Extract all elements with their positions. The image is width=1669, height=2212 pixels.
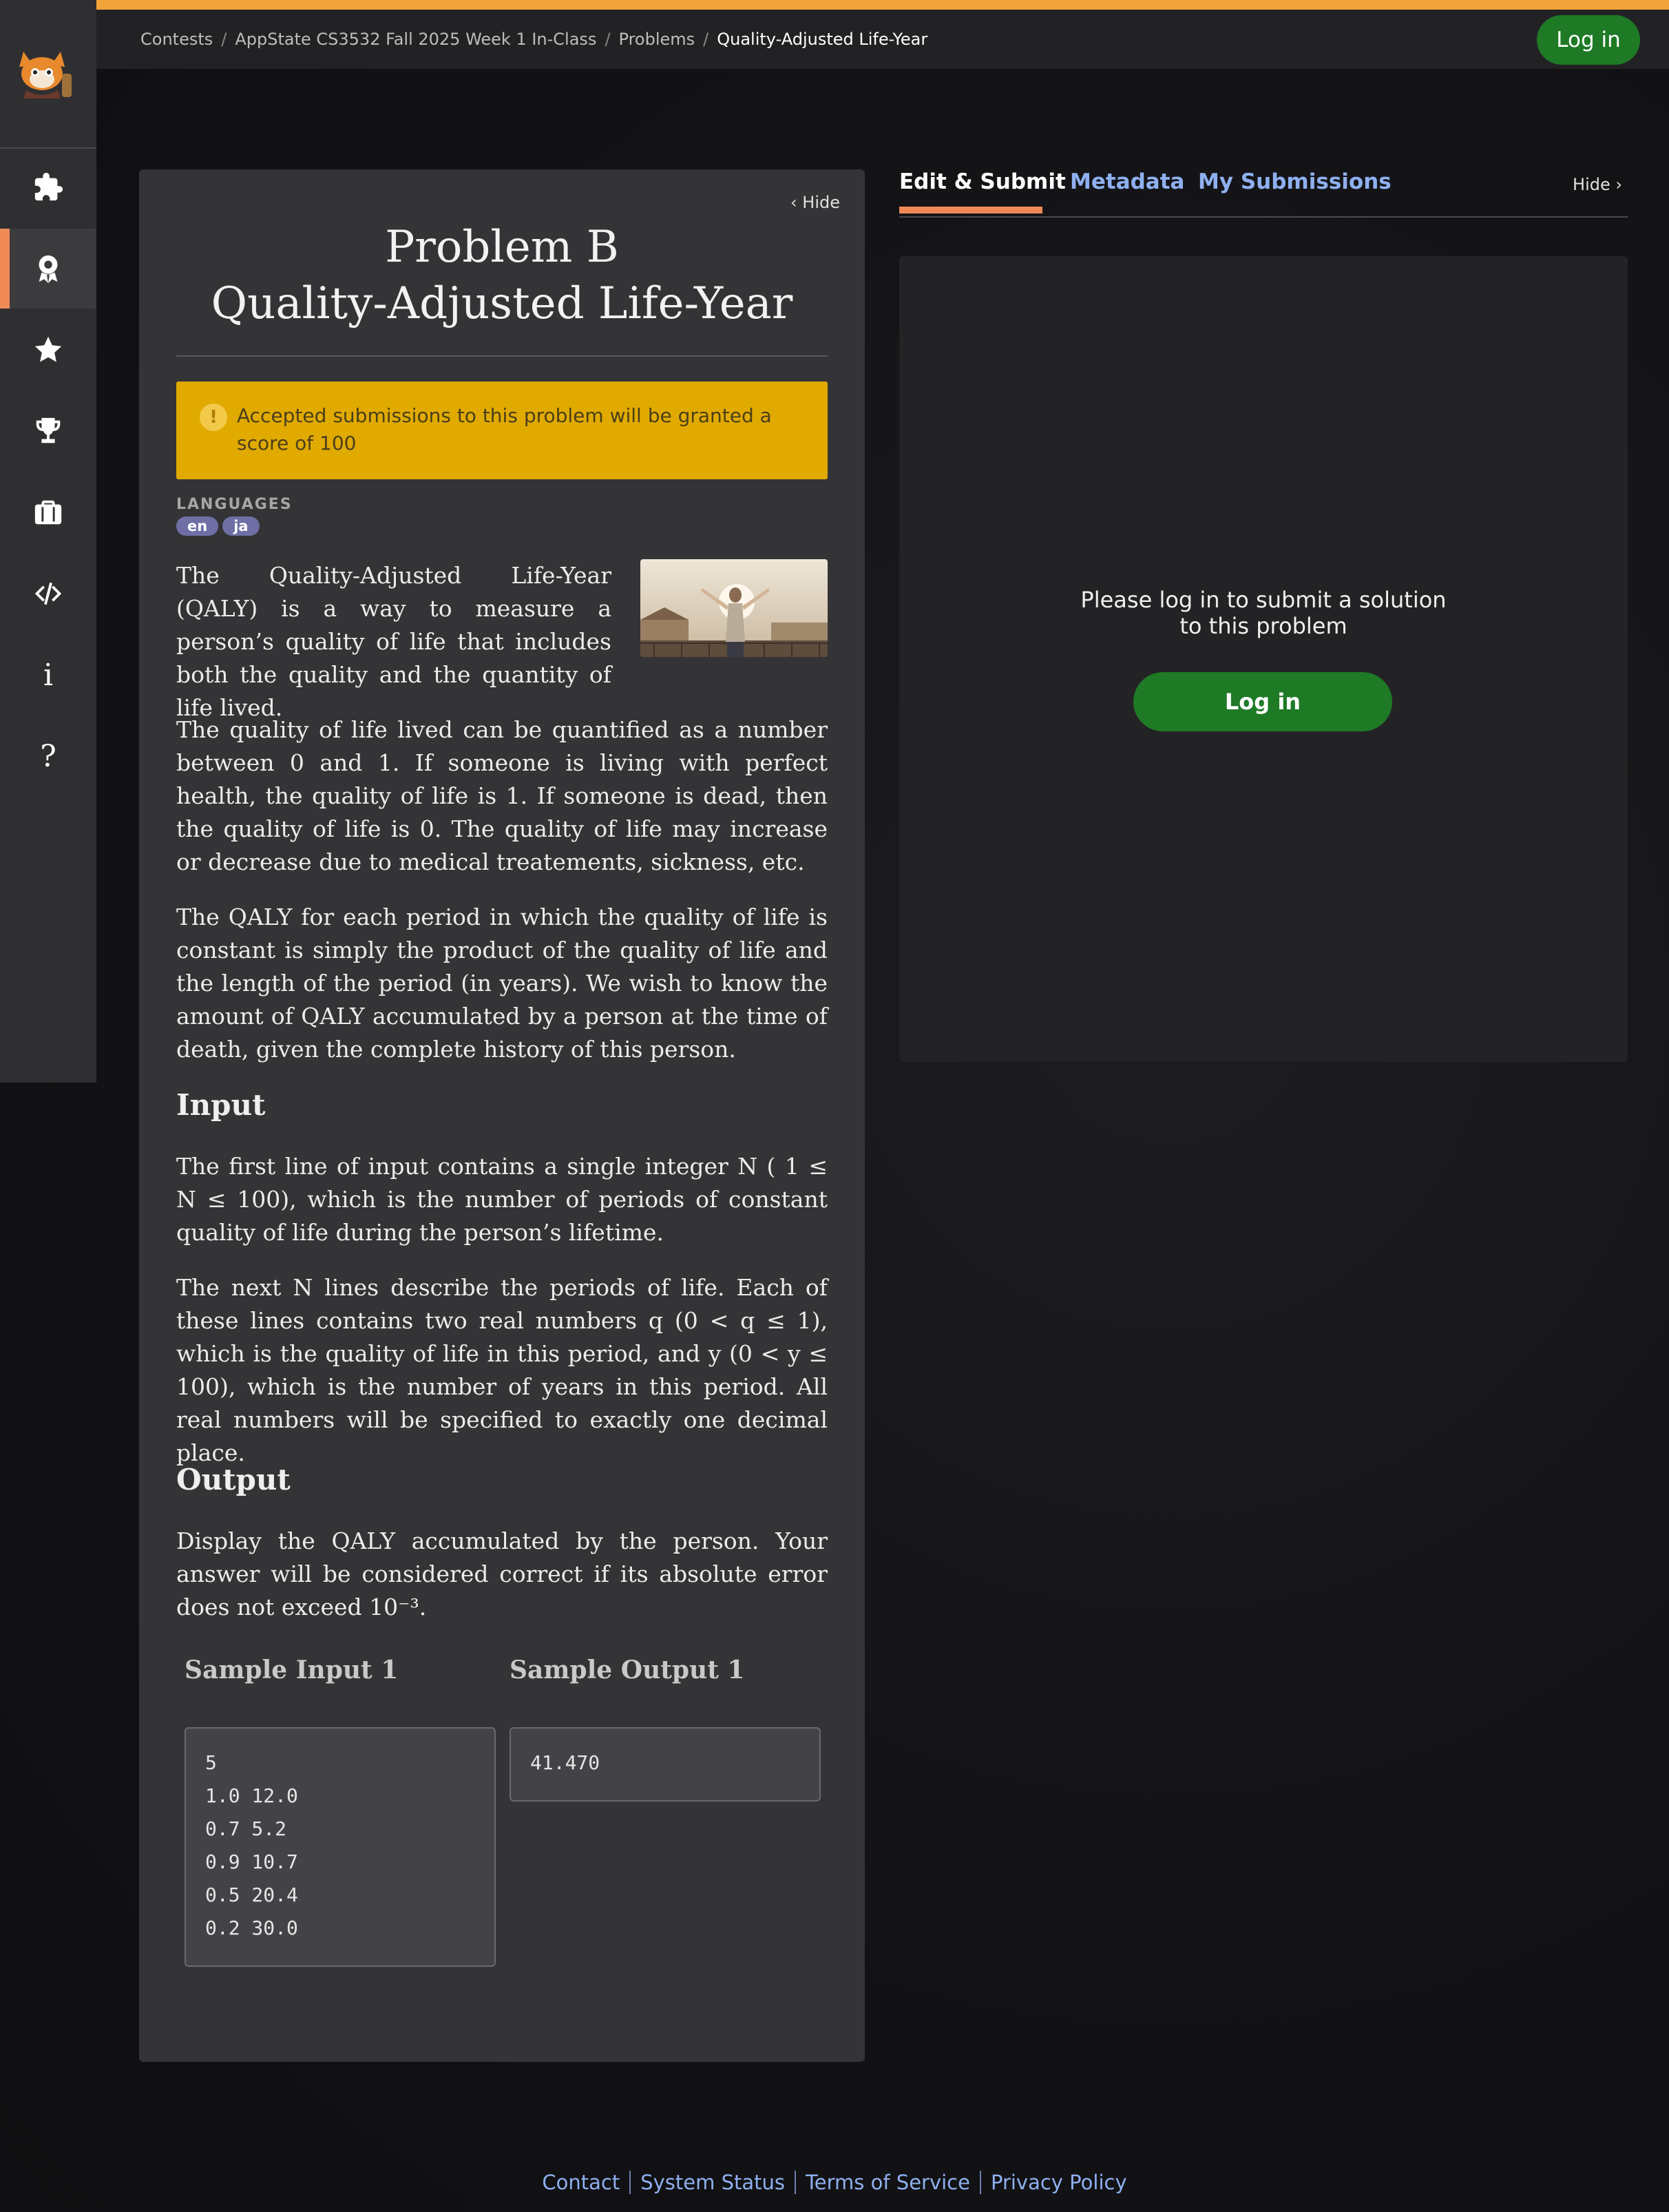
sidebar-item-jobs[interactable] <box>0 472 96 552</box>
tab-edit-submit[interactable]: Edit & Submit <box>899 169 1066 194</box>
sidebar-item-help[interactable]: ? <box>0 716 96 796</box>
footer-link-privacy[interactable]: Privacy Policy <box>981 2171 1137 2194</box>
sample-input-heading: Sample Input 1 <box>185 1656 399 1684</box>
footer: Contact System Status Terms of Service P… <box>0 2171 1669 2194</box>
language-pill-ja[interactable]: ja <box>222 517 260 536</box>
breadcrumb-separator: / <box>221 30 227 49</box>
breadcrumb-current: Quality-Adjusted Life-Year <box>717 30 928 49</box>
problem-letter: Problem B <box>385 222 619 273</box>
input-heading: Input <box>176 1088 266 1122</box>
sidebar: i ? <box>0 0 96 1083</box>
hide-problem-button[interactable]: ‹ Hide <box>790 193 840 212</box>
problem-name: Quality-Adjusted Life-Year <box>211 278 793 329</box>
top-accent-bar <box>96 0 1669 10</box>
tab-metadata[interactable]: Metadata <box>1070 169 1184 194</box>
output-paragraph: Display the QALY accumulated by the pers… <box>176 1527 828 1620</box>
input-paragraph-2: The next N lines describe the periods of… <box>176 1274 828 1466</box>
sidebar-item-ranklists[interactable] <box>0 391 96 471</box>
footer-link-terms[interactable]: Terms of Service <box>796 2171 980 2194</box>
top-navbar: Contests / AppState CS3532 Fall 2025 Wee… <box>96 10 1669 69</box>
score-alert: ! Accepted submissions to this problem w… <box>176 382 828 479</box>
alert-text: Accepted submissions to this problem wil… <box>237 404 772 455</box>
sidebar-item-contests[interactable] <box>0 229 96 309</box>
kattis-logo[interactable] <box>0 0 96 149</box>
sample-output-heading: Sample Output 1 <box>510 1656 745 1684</box>
tab-my-submissions[interactable]: My Submissions <box>1198 169 1392 194</box>
login-button-header[interactable]: Log in <box>1537 15 1640 65</box>
breadcrumb-problems[interactable]: Problems <box>619 30 695 49</box>
input-paragraph-1: The first line of input contains a singl… <box>176 1153 828 1246</box>
breadcrumb-contests[interactable]: Contests <box>140 30 213 49</box>
problem-paragraph-2: The quality of life lived can be quantif… <box>176 716 828 875</box>
output-heading: Output <box>176 1463 291 1496</box>
problem-title: Problem B Quality-Adjusted Life-Year <box>139 219 865 332</box>
chevron-right-icon: › <box>1610 175 1622 194</box>
login-message: Please log in to submit a solution to th… <box>899 587 1628 639</box>
footer-divider <box>795 2171 796 2194</box>
title-divider <box>176 355 828 357</box>
languages-label: LANGUAGES <box>176 496 293 513</box>
language-pills: en ja <box>176 517 260 536</box>
login-message-text: Please log in to submit a solution to th… <box>1080 587 1447 639</box>
sample-input-box[interactable]: 5 1.0 12.0 0.7 5.2 0.9 10.7 0.5 20.4 0.2… <box>185 1727 496 1967</box>
star-icon <box>34 336 62 362</box>
problem-paragraph-1: The Quality-Adjusted Life-Year (QALY) is… <box>176 562 611 721</box>
footer-link-system-status[interactable]: System Status <box>631 2171 795 2194</box>
login-button-submit[interactable]: Log in <box>1133 672 1392 731</box>
code-icon <box>34 582 62 605</box>
footer-divider <box>629 2171 631 2194</box>
active-tab-indicator <box>899 207 1042 213</box>
problem-illustration <box>640 559 828 657</box>
chevron-left-icon: ‹ <box>790 193 803 212</box>
breadcrumb-separator: / <box>703 30 709 49</box>
submit-panel: Please log in to submit a solution to th… <box>899 256 1628 1062</box>
puzzle-icon <box>34 172 63 201</box>
hide-submit-button[interactable]: Hide › <box>1573 175 1622 194</box>
breadcrumb: Contests / AppState CS3532 Fall 2025 Wee… <box>140 10 927 69</box>
badge-icon <box>39 255 58 284</box>
briefcase-icon <box>34 500 62 525</box>
help-icon: ? <box>40 738 56 774</box>
cat-logo-icon <box>19 52 72 98</box>
exclamation-icon: ! <box>200 404 227 431</box>
hide-label: Hide <box>1573 175 1610 194</box>
sample-output-box[interactable]: 41.470 <box>510 1727 821 1802</box>
sidebar-item-languages[interactable] <box>0 554 96 634</box>
info-icon: i <box>43 657 54 693</box>
footer-divider <box>979 2171 981 2194</box>
footer-link-contact[interactable]: Contact <box>532 2171 629 2194</box>
sidebar-item-challenge[interactable] <box>0 310 96 390</box>
sidebar-item-info[interactable]: i <box>0 635 96 715</box>
problem-panel: ‹ Hide Problem B Quality-Adjusted Life-Y… <box>139 169 865 2062</box>
sidebar-item-problems[interactable] <box>0 147 96 227</box>
breadcrumb-separator: / <box>605 30 611 49</box>
hide-label: Hide <box>802 193 840 212</box>
trophy-icon <box>36 417 61 444</box>
breadcrumb-contest[interactable]: AppState CS3532 Fall 2025 Week 1 In-Clas… <box>235 30 596 49</box>
language-pill-en[interactable]: en <box>176 517 219 536</box>
submit-tabs: Edit & Submit Metadata My Submissions Hi… <box>899 165 1628 218</box>
problem-paragraph-3: The QALY for each period in which the qu… <box>176 904 828 1063</box>
